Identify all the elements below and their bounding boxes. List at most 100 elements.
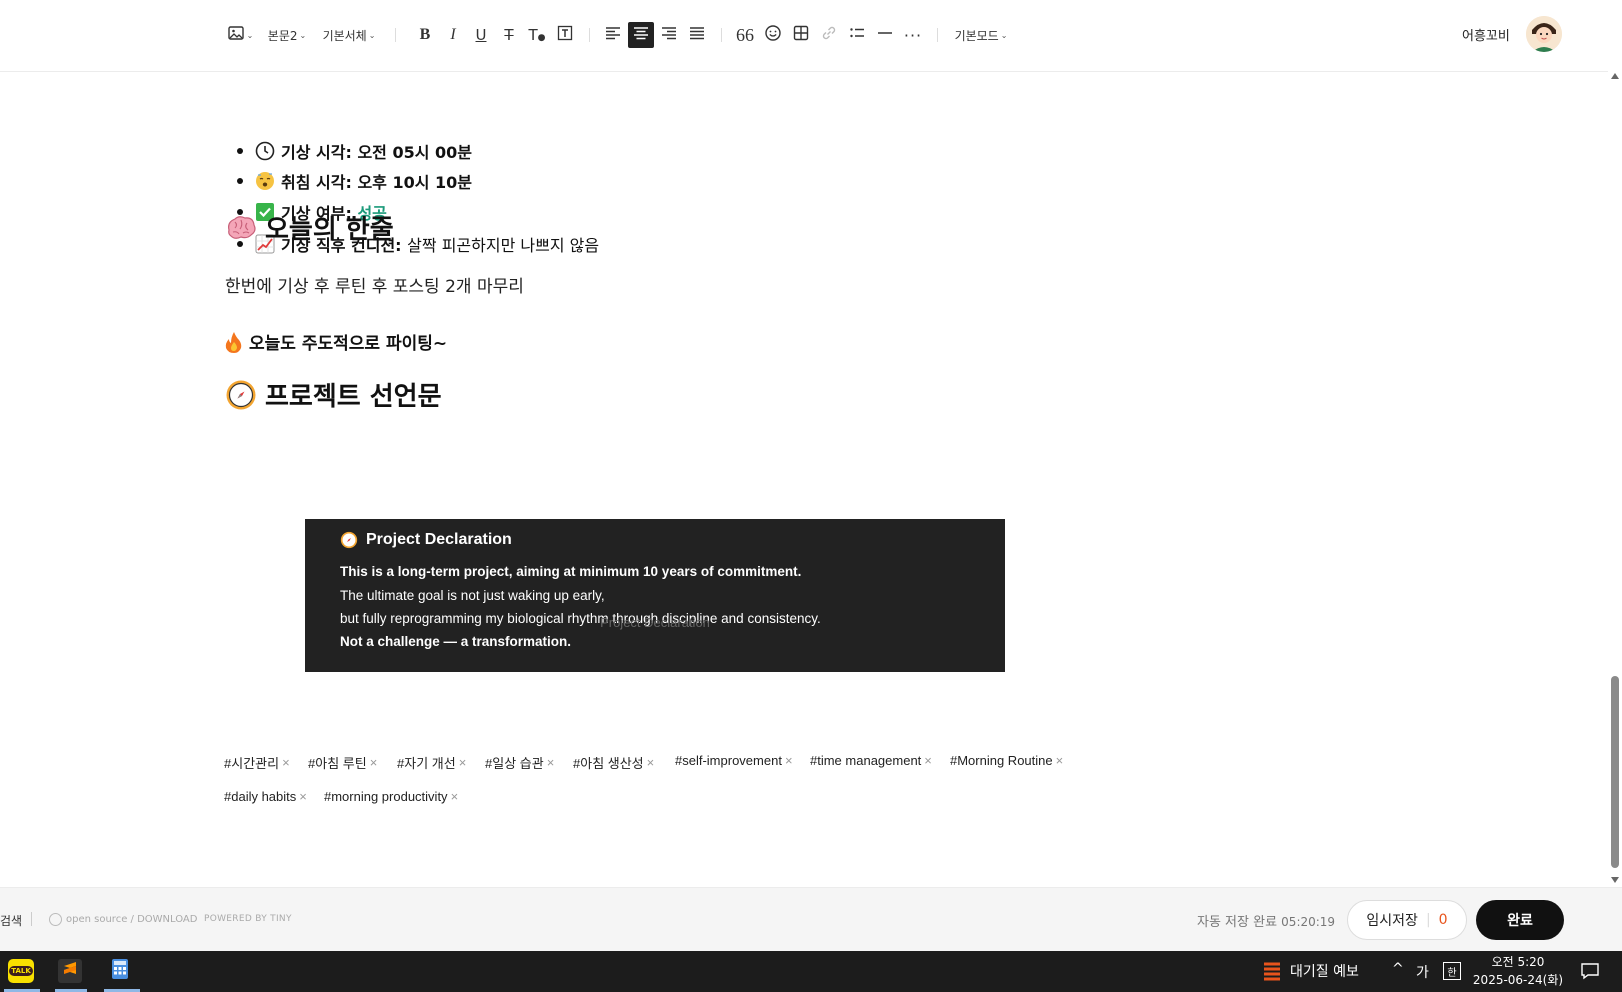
text-color-button[interactable]: T● — [524, 22, 550, 48]
weather-widget[interactable]: 대기질 예보 — [1262, 960, 1359, 982]
sublime-text-app-button[interactable] — [58, 959, 82, 983]
paragraph-style-value: 본문2 — [267, 28, 298, 43]
horizontal-rule-button[interactable] — [872, 22, 898, 48]
notification-icon[interactable] — [1580, 962, 1600, 984]
clock[interactable]: 오전 5:20 2025-06-24(화) — [1468, 953, 1568, 989]
search-link[interactable]: 검색 — [0, 912, 22, 929]
tag-item: #일상 습관 × — [485, 753, 554, 772]
bold-button[interactable]: B — [412, 22, 438, 48]
open-source-link[interactable]: open source / DOWNLOAD — [49, 913, 197, 926]
remove-tag-icon[interactable]: × — [647, 755, 655, 770]
horizontal-rule-icon — [876, 24, 894, 46]
strikethrough-icon: T — [504, 26, 514, 44]
fire-line: 오늘도 주도적으로 파이팅~ — [225, 329, 447, 354]
strikethrough-button[interactable]: T — [496, 22, 522, 48]
align-left-button[interactable] — [600, 22, 626, 48]
remove-tag-icon[interactable]: × — [370, 755, 378, 770]
more-button[interactable]: ··· — [900, 22, 926, 48]
avatar[interactable] — [1526, 16, 1562, 52]
remove-tag-icon[interactable]: × — [547, 755, 555, 770]
draft-save-button[interactable]: 임시저장 | 0 — [1347, 900, 1467, 940]
ime-hangul-icon[interactable]: 한 — [1443, 962, 1461, 980]
font-family-value: 기본서체 — [322, 28, 367, 43]
declaration-title-text: Project Declaration — [366, 531, 512, 548]
chevron-down-icon: ⌄ — [368, 30, 376, 40]
toolbar-divider — [937, 28, 938, 42]
chevron-down-icon: ⌄ — [1000, 30, 1008, 40]
remove-tag-icon[interactable]: × — [299, 789, 307, 804]
declaration-line-1: This is a long-term project, aiming at m… — [340, 564, 802, 579]
list-item: 기상 시각: 오전 05시 00분 — [237, 139, 472, 163]
editor-footer: 검색 open source / DOWNLOAD POWERED BY TIN… — [0, 887, 1622, 952]
remove-tag-icon[interactable]: × — [785, 753, 793, 768]
declaration-line-4: Not a challenge — a transformation. — [340, 634, 572, 649]
list-icon — [848, 24, 866, 46]
today-line-text: 한번에 기상 후 루틴 후 포스팅 2개 마무리 — [225, 277, 524, 297]
scroll-down-arrow-icon[interactable] — [1611, 877, 1619, 883]
draft-count: 0 — [1438, 912, 1448, 928]
underline-icon: U — [475, 26, 487, 44]
clock-time: 오전 5:20 — [1491, 955, 1545, 969]
declaration-title: Project Declaration — [340, 531, 512, 549]
underline-button[interactable]: U — [468, 22, 494, 48]
insert-image-button[interactable]: ⌄ — [226, 22, 254, 48]
align-left-icon — [604, 24, 622, 46]
image-caption[interactable]: Project Declaration — [305, 615, 1005, 630]
quote-button[interactable]: 66 — [732, 22, 758, 48]
mode-value: 기본모드 — [954, 28, 999, 43]
tag-item: #daily habits × — [224, 789, 307, 804]
section-heading-text: 프로젝트 선언문 — [265, 382, 442, 412]
tag-label: #시간관리 — [224, 756, 280, 771]
tag-item: #time management × — [810, 753, 932, 768]
align-justify-button[interactable] — [684, 22, 710, 48]
section-heading-today: 오늘의 한줄 — [225, 209, 394, 246]
toolbar-divider — [589, 28, 590, 42]
scroll-up-arrow-icon[interactable] — [1611, 73, 1619, 79]
show-hidden-icons-icon[interactable]: ^ — [1392, 961, 1404, 977]
publish-button[interactable]: 완료 — [1476, 900, 1564, 940]
bold-icon: B — [419, 26, 431, 43]
remove-tag-icon[interactable]: × — [924, 753, 932, 768]
remove-tag-icon[interactable]: × — [459, 755, 467, 770]
kakaotalk-app-button[interactable]: TALK — [8, 959, 34, 983]
vertical-scrollbar[interactable] — [1608, 71, 1622, 887]
tag-label: #Morning Routine — [950, 753, 1053, 768]
table-icon — [792, 24, 810, 46]
footer-divider — [31, 912, 32, 926]
italic-button[interactable]: I — [440, 22, 466, 48]
mode-select[interactable]: 기본모드 ⌄ — [952, 22, 1010, 48]
italic-icon: I — [450, 26, 456, 43]
tag-label: #self-improvement — [675, 753, 782, 768]
bullet-list-button[interactable] — [844, 22, 870, 48]
sleep-time-label: 취침 시각: — [281, 173, 352, 192]
powered-by-text: POWERED BY TINY — [204, 914, 292, 924]
tag-label: #자기 개선 — [397, 756, 456, 771]
tag-label: #daily habits — [224, 789, 297, 804]
emoji-button[interactable] — [760, 22, 786, 48]
remove-tag-icon[interactable]: × — [1056, 753, 1064, 768]
link-icon — [820, 24, 838, 46]
tag-label: #일상 습관 — [485, 756, 544, 771]
table-button[interactable] — [788, 22, 814, 48]
paragraph-style-select[interactable]: 본문2 ⌄ — [266, 22, 308, 48]
align-center-button[interactable] — [628, 22, 654, 48]
editor-toolbar: ⌄ 본문2 ⌄ 기본서체 ⌄ B I U T T● 66 ··· 기본모드 ⌄ … — [0, 0, 1622, 72]
list-item: 취침 시각: 오후 10시 10분 — [237, 169, 472, 193]
image-icon — [227, 24, 245, 46]
remove-tag-icon[interactable]: × — [282, 755, 290, 770]
text-background-button[interactable] — [552, 22, 578, 48]
font-family-select[interactable]: 기본서체 ⌄ — [320, 22, 378, 48]
calculator-app-button[interactable] — [108, 959, 132, 983]
condition-value: 살짝 피곤하지만 나쁘지 않음 — [407, 236, 600, 255]
align-justify-icon — [688, 24, 706, 46]
project-declaration-image[interactable]: Project Declaration This is a long-term … — [305, 519, 1005, 672]
bullet — [237, 178, 243, 184]
ime-mode[interactable]: 가 — [1416, 962, 1429, 982]
align-right-button[interactable] — [656, 22, 682, 48]
remove-tag-icon[interactable]: × — [451, 789, 459, 804]
link-button[interactable] — [816, 22, 842, 48]
fire-icon — [225, 331, 243, 353]
editor-content[interactable]: 기상 시각: 오전 05시 00분 취침 시각: 오후 10시 10분 기상 여… — [0, 71, 1608, 887]
scrollbar-thumb[interactable] — [1611, 676, 1619, 868]
user-name[interactable]: 어흥꼬비 — [1462, 25, 1510, 44]
